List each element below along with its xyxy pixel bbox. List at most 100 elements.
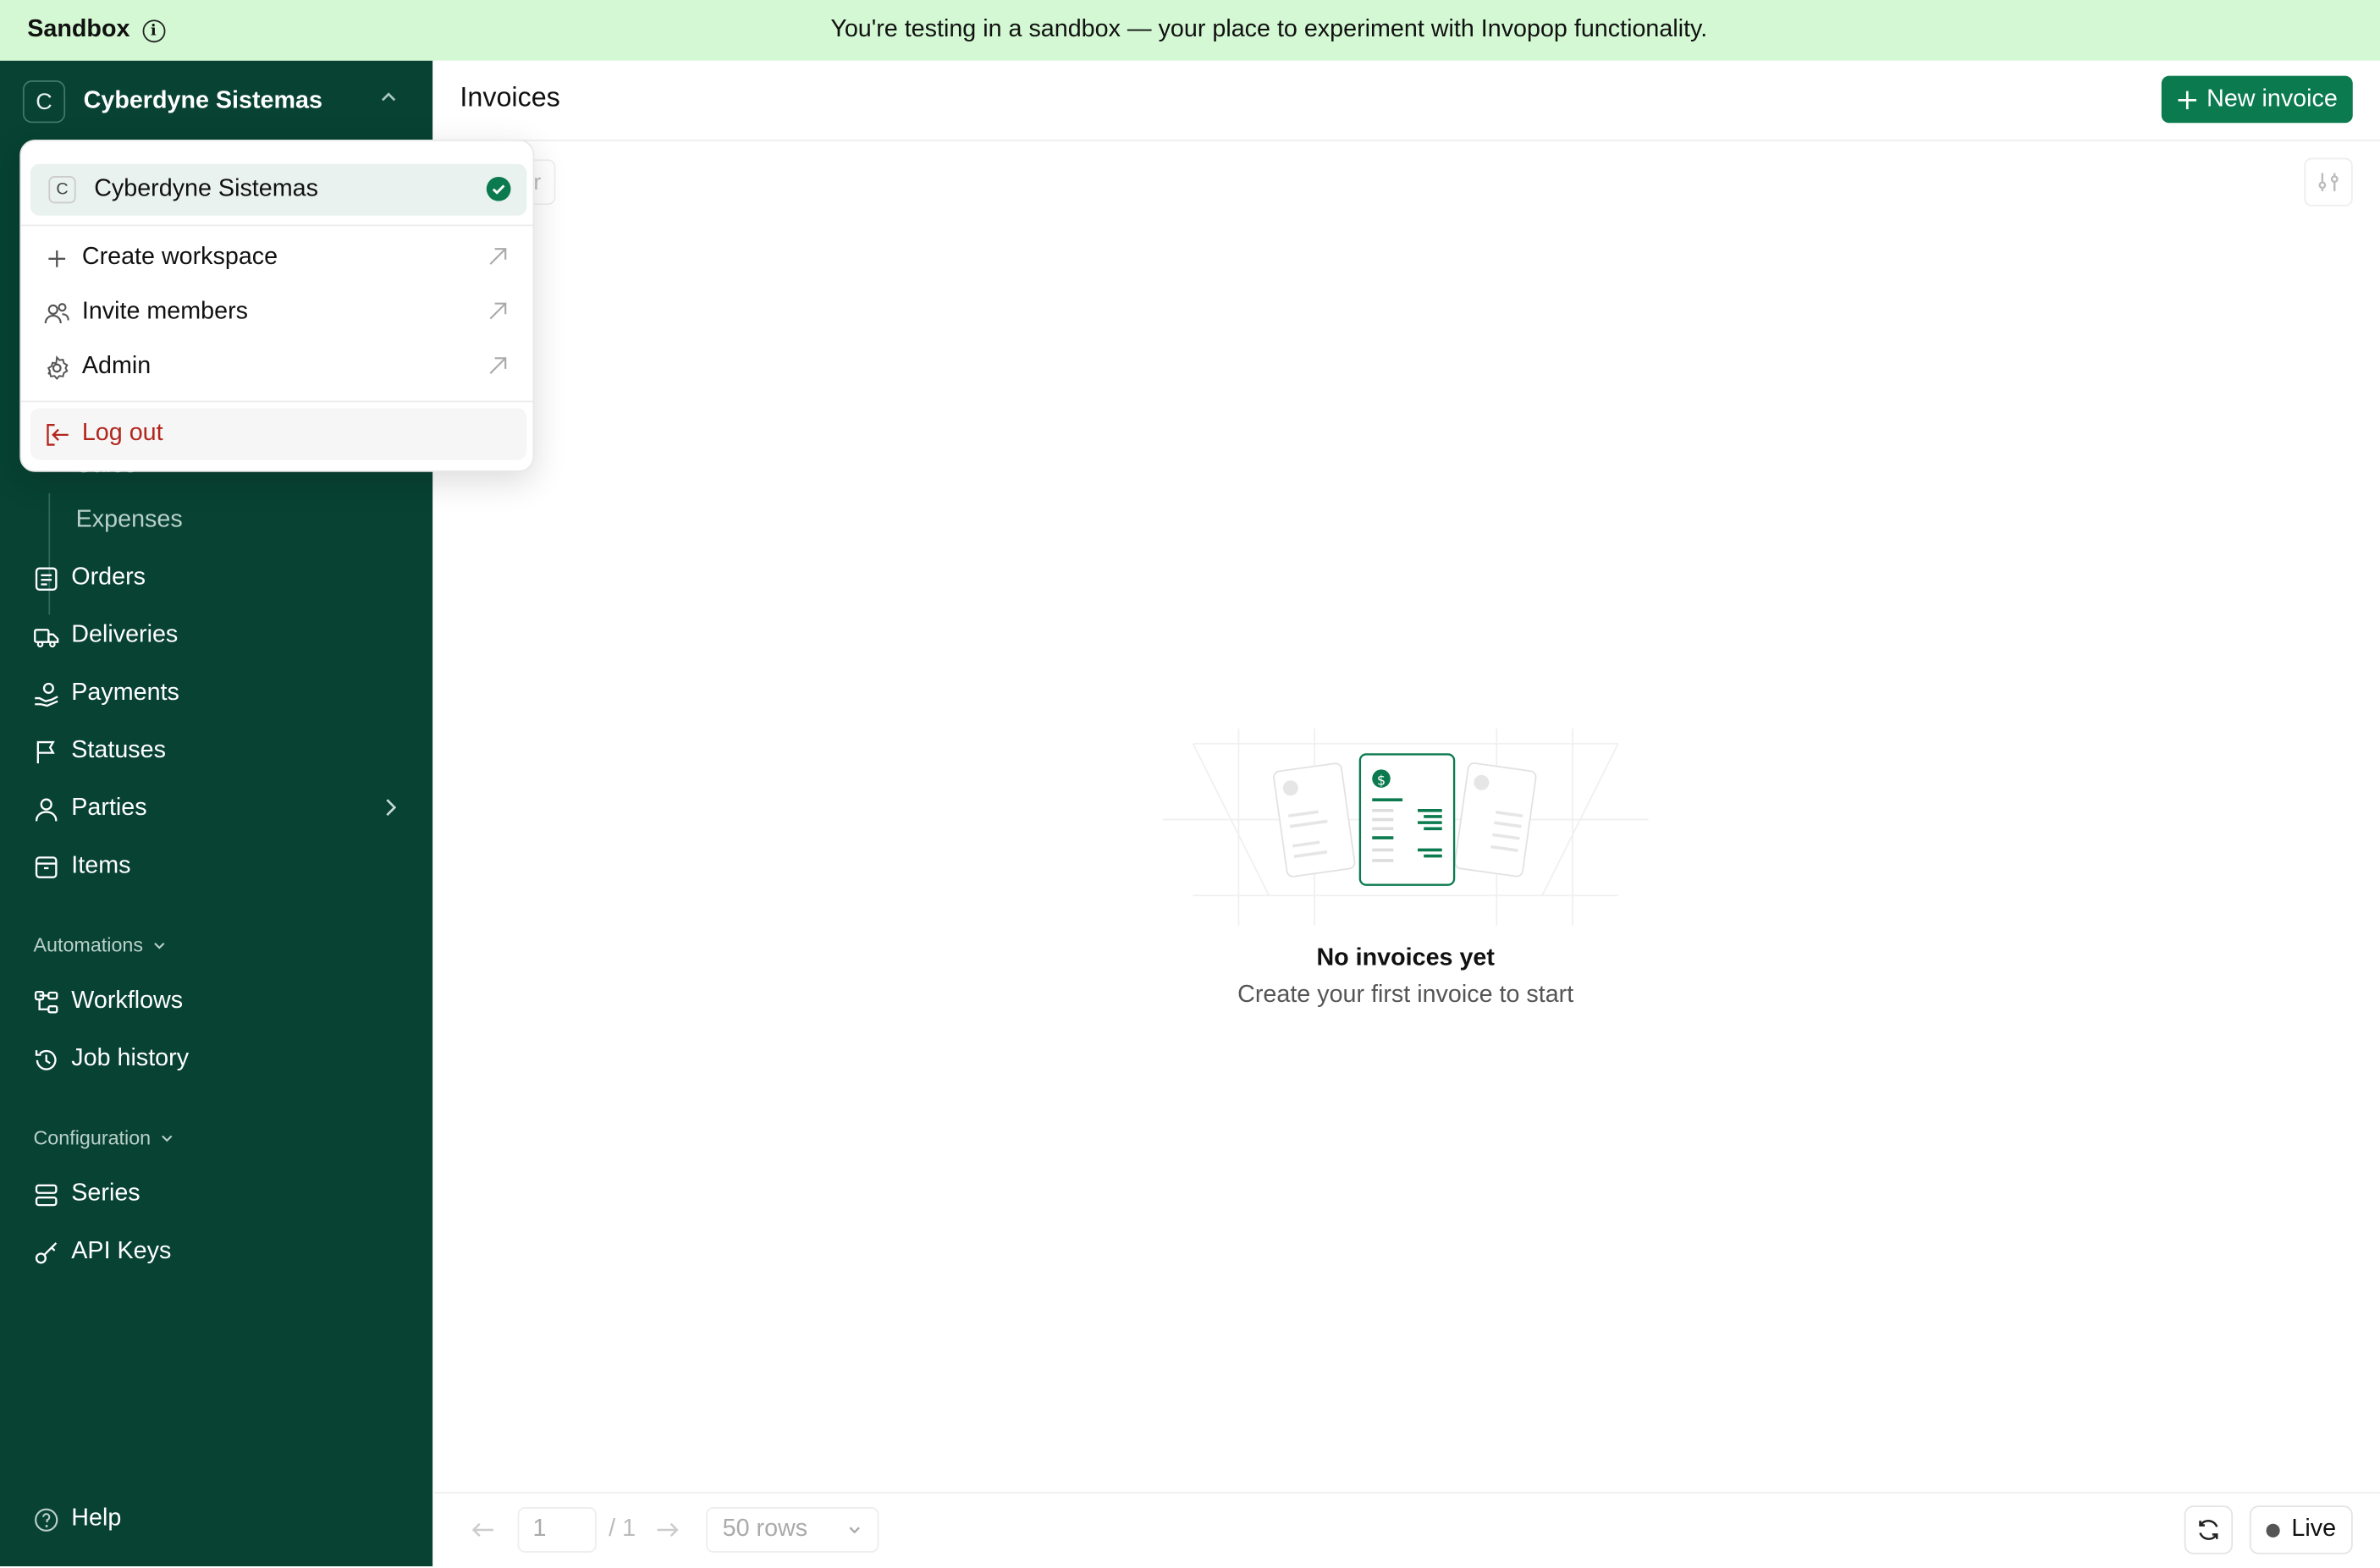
chevron-down-icon (154, 942, 165, 949)
info-icon[interactable]: i (141, 19, 165, 42)
plus-icon (44, 245, 69, 271)
sidebar-item-label: Parties (71, 795, 147, 822)
svg-text:$: $ (1377, 772, 1386, 788)
external-arrow-icon (488, 300, 509, 329)
truck-icon (33, 623, 59, 648)
sidebar-item-label: Statuses (71, 737, 166, 764)
page-title: Invoices (460, 81, 560, 113)
menu-item-create-workspace[interactable]: Create workspace (30, 232, 526, 283)
sidebar-item-api-keys[interactable]: API Keys (33, 1234, 171, 1270)
workspace-switcher[interactable]: C Cyberdyne Sistemas (22, 79, 410, 124)
section-label: Automations (33, 933, 144, 956)
sidebar-item-label: Workflows (71, 988, 184, 1015)
workspace-menu: C Cyberdyne Sistemas Create workspace In… (19, 140, 535, 472)
check-circle-icon (486, 176, 511, 209)
sidebar-item-deliveries[interactable]: Deliveries (33, 618, 178, 654)
sidebar-item-series[interactable]: Series (33, 1176, 140, 1213)
document-icon (33, 565, 58, 591)
sidebar-item-label: Orders (71, 564, 146, 591)
page-total: / 1 (609, 1516, 636, 1543)
menu-item-label: Create workspace (81, 244, 278, 271)
users-icon (44, 300, 69, 325)
sliders-icon (2318, 173, 2339, 191)
log-out-icon (44, 421, 69, 447)
section-label: Configuration (33, 1125, 152, 1149)
menu-item-label: Cyberdyne Sistemas (94, 176, 318, 202)
status-dot (2265, 1522, 2280, 1538)
sidebar-item-job-history[interactable]: Job history (33, 1041, 189, 1077)
section-automations[interactable]: Automations (33, 933, 167, 956)
menu-divider (21, 400, 533, 403)
history-icon (33, 1047, 58, 1072)
sandbox-banner: Sandbox i You're testing in a sandbox — … (0, 0, 2380, 61)
sidebar-item-orders[interactable]: Orders (33, 560, 146, 597)
sidebar-item-label: Payments (71, 679, 179, 707)
refresh-button[interactable] (2184, 1505, 2234, 1554)
menu-item-admin[interactable]: Admin (30, 342, 526, 393)
help-icon (33, 1506, 58, 1532)
box-icon (33, 854, 58, 879)
sidebar-item-payments[interactable]: Payments (33, 675, 179, 712)
chevron-up-icon (379, 88, 398, 111)
sidebar-item-workflows[interactable]: Workflows (33, 983, 183, 1020)
menu-item-current-workspace[interactable]: C Cyberdyne Sistemas (30, 163, 527, 216)
plus-icon (2178, 90, 2196, 109)
sidebar-item-label: Job history (71, 1045, 190, 1072)
live-toggle-button[interactable]: Live (2249, 1505, 2353, 1554)
sidebar-item-label: Items (71, 853, 131, 879)
live-label: Live (2291, 1516, 2337, 1543)
refresh-icon (2199, 1519, 2218, 1540)
external-arrow-icon (488, 355, 509, 384)
menu-item-invite-members[interactable]: Invite members (30, 287, 526, 338)
sidebar-item-label: Series (71, 1180, 140, 1207)
rows-label: 50 rows (722, 1516, 808, 1543)
hand-coin-icon (33, 680, 58, 707)
sandbox-message: You're testing in a sandbox — your place… (830, 16, 1708, 43)
sidebar-item-label: Expenses (75, 507, 183, 533)
user-icon (33, 796, 58, 822)
empty-subtitle: Create your first invoice to start (1237, 982, 1574, 1008)
menu-item-label: Invite members (81, 299, 248, 325)
arrow-right-icon (657, 1522, 679, 1538)
sidebar-item-label: Help (71, 1505, 122, 1532)
sidebar-item-help[interactable]: Help (33, 1501, 121, 1538)
sidebar-item-items[interactable]: Items (33, 849, 130, 885)
gear-icon (44, 355, 69, 380)
menu-item-log-out[interactable]: Log out (30, 408, 527, 460)
menu-item-label: Log out (81, 420, 163, 447)
workspace-avatar: C (48, 176, 76, 204)
database-icon (33, 1181, 58, 1207)
chevron-right-icon (383, 796, 398, 822)
new-invoice-label: New invoice (2206, 85, 2338, 112)
sidebar-item-label: API Keys (71, 1238, 172, 1265)
next-page-button[interactable] (656, 1507, 680, 1553)
new-invoice-button[interactable]: New invoice (2161, 75, 2353, 124)
workspace-avatar: C (22, 80, 66, 124)
section-configuration[interactable]: Configuration (33, 1126, 174, 1149)
empty-title: No invoices yet (1316, 945, 1495, 971)
chevron-down-icon (162, 1134, 174, 1142)
arrow-left-icon (471, 1522, 493, 1538)
sidebar-item-expenses[interactable]: Expenses (76, 503, 183, 539)
pagination-footer: 1 / 1 50 rows Live (433, 1492, 2380, 1568)
sidebar-item-parties[interactable]: Parties (33, 790, 397, 827)
sidebar-item-label: Deliveries (71, 622, 179, 648)
flag-icon (33, 739, 58, 764)
key-icon (33, 1239, 58, 1264)
main-content: Invoices New invoice ter (433, 60, 2380, 1568)
empty-state: $ No invoices yet Create your first invo… (1102, 728, 1709, 1010)
sandbox-label: Sandbox (27, 16, 130, 43)
prev-page-button[interactable] (471, 1507, 495, 1553)
page-header: Invoices New invoice (433, 61, 2380, 141)
page-number: 1 / 1 (517, 1507, 636, 1553)
workspace-name: Cyberdyne Sistemas (83, 88, 322, 114)
sidebar-item-statuses[interactable]: Statuses (33, 733, 166, 769)
external-arrow-icon (488, 246, 509, 275)
empty-invoices-illustration: $ (1162, 728, 1649, 927)
column-settings-button[interactable] (2304, 157, 2353, 206)
rows-per-page-select[interactable]: 50 rows (705, 1507, 879, 1553)
sandbox-label-group: Sandbox i (27, 0, 165, 61)
workflow-icon (33, 989, 58, 1015)
page-input[interactable]: 1 (517, 1507, 597, 1553)
menu-item-label: Admin (81, 353, 152, 380)
